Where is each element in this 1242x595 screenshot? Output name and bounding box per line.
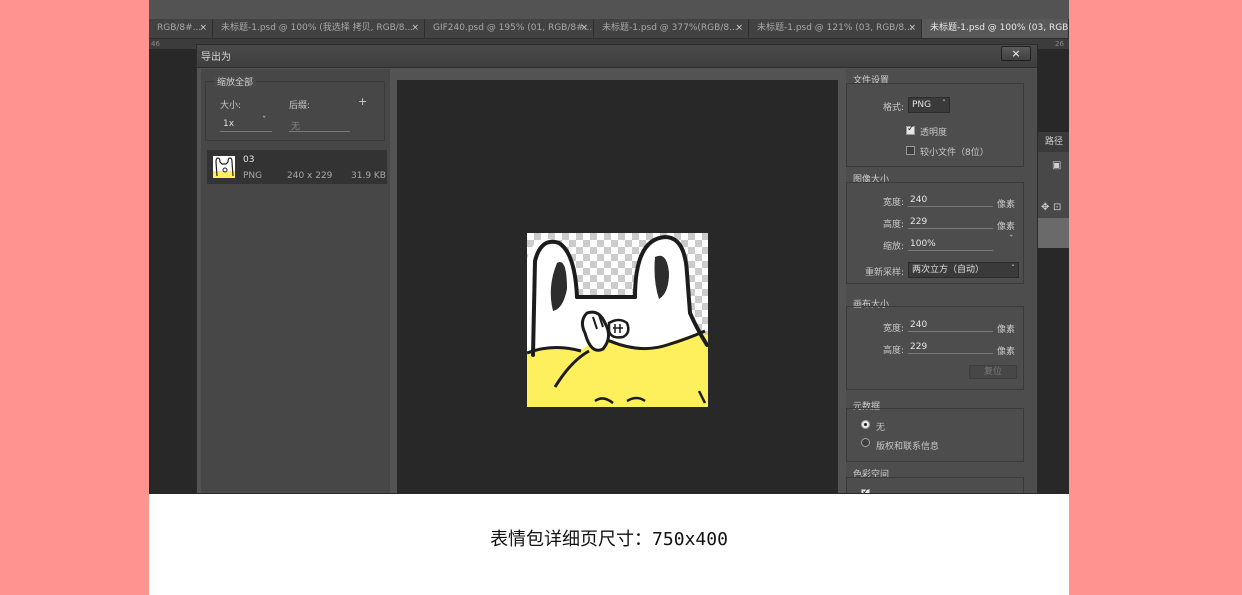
width-label: 宽度: [883,198,905,208]
canvas-width-input[interactable]: 240 [910,320,927,330]
height-unit: 像素 [997,222,1016,232]
smaller-file-checkbox[interactable] [906,146,915,155]
dialog-titlebar: 导出为 × [197,45,1037,68]
close-tab-icon[interactable]: × [411,19,419,38]
metadata-none-radio[interactable] [861,420,870,429]
ruler-number: 26 [1055,40,1064,48]
tab-label: RGB/8#... [157,23,202,33]
size-select[interactable]: 1x [223,119,234,129]
image-icon[interactable]: ▣ [1052,160,1061,171]
width-unit: 像素 [997,325,1016,335]
thumbnail-art [215,157,234,177]
canvas-height-underline [908,353,993,354]
scale-all-group: 缩放全部 大小: 后缀: + 1x ˇ 无 [205,75,385,141]
tab-label: 未标题-1.psd @ 377%(RGB/8... [602,23,738,33]
export-preview [397,80,838,493]
image-width-input[interactable]: 240 [910,195,927,205]
metadata-group [846,408,1024,462]
asset-row[interactable]: 03 PNG 240 x 229 31.9 KB [207,150,387,184]
format-label: 格式: [883,103,905,113]
chevron-down-icon: ˇ [942,99,946,108]
page-caption: 表情包详细页尺寸：750x400 [490,529,728,550]
bunny-illustration [527,234,708,407]
color-space-checkbox[interactable] [861,487,870,493]
suffix-input-underline [289,131,350,132]
selected-path-row[interactable] [1037,218,1069,248]
close-button[interactable]: × [1001,46,1031,61]
image-height-underline [908,228,993,229]
color-space-group [846,477,1024,493]
canvas-width-underline [908,331,993,332]
asset-name: 03 [243,155,255,165]
chevron-down-icon: ˇ [1011,264,1015,273]
reset-button[interactable]: 复位 [969,365,1017,379]
document-tab-bar: RGB/8#... × 未标题-1.psd @ 100% (我选择 拷贝, RG… [149,19,1069,39]
tab-label: 未标题-1.psd @ 100% (我选择 拷贝, RGB/8... [221,23,414,33]
metadata-none-label: 无 [876,423,886,433]
close-tab-icon[interactable]: × [580,19,588,38]
image-width-underline [908,206,993,207]
format-select[interactable]: PNG ˇ [908,97,950,113]
add-scale-button[interactable]: + [358,95,367,108]
suffix-label: 后缀: [289,101,311,111]
image-height-input[interactable]: 229 [910,217,927,227]
asset-dimensions: 240 x 229 [287,171,333,181]
paths-panel: 路径 ▣ ✥ ⊡ [1037,132,1069,248]
transform-icon[interactable]: ⊡ [1053,202,1061,213]
transparency-label: 透明度 [920,128,948,138]
format-value: PNG [912,100,932,110]
chevron-down-icon[interactable]: ˇ [1009,235,1014,245]
resample-select[interactable]: 两次立方（自动） ˇ [908,262,1019,278]
chevron-down-icon[interactable]: ˇ [262,116,267,126]
scale-select[interactable]: 100% [910,239,936,249]
document-tab[interactable]: RGB/8#... × [149,19,213,38]
width-label: 宽度: [883,324,905,334]
height-label: 高度: [883,346,905,356]
settings-panel: 文件设置 格式: PNG ˇ 透明度 较小文件（8位） 图像大小 宽度: 240… [846,69,1037,493]
scale-label: 缩放: [883,242,905,252]
canvas-height-input[interactable]: 229 [910,342,927,352]
size-select-underline [220,131,272,132]
size-label: 大小: [220,101,242,111]
page-card: RGB/8#... × 未标题-1.psd @ 100% (我选择 拷贝, RG… [149,0,1069,595]
transparency-checkbox[interactable] [906,124,915,135]
asset-format: PNG [243,171,263,181]
close-tab-icon[interactable]: × [735,19,743,38]
photoshop-screenshot: RGB/8#... × 未标题-1.psd @ 100% (我选择 拷贝, RG… [149,0,1069,494]
tab-label: 未标题-1.psd @ 121% (03, RGB/8... [757,23,913,33]
close-tab-icon[interactable]: × [908,19,916,38]
smaller-file-label: 较小文件（8位） [920,148,989,158]
document-tab[interactable]: 未标题-1.psd @ 377%(RGB/8... × [594,19,749,38]
document-tab-active[interactable]: 未标题-1.psd @ 100% (03, RGB/8... [922,19,1069,38]
metadata-copyright-radio[interactable] [861,438,870,447]
height-unit: 像素 [997,347,1016,357]
asset-list-panel: 缩放全部 大小: 后缀: + 1x ˇ 无 03 PNG 240 x 229 3… [201,69,390,493]
asset-thumbnail [213,156,235,178]
asset-filesize: 31.9 KB [351,171,386,181]
export-as-dialog: 导出为 × 缩放全部 大小: 后缀: + 1x ˇ 无 03 PNG 240 x… [196,44,1038,494]
document-tab[interactable]: GIF240.psd @ 195% (01, RGB/8#... × [425,19,594,38]
dialog-title: 导出为 [201,52,231,63]
resample-value: 两次立方（自动） [912,265,985,275]
scale-underline [908,250,993,251]
document-tab[interactable]: 未标题-1.psd @ 121% (03, RGB/8... × [749,19,922,38]
ruler-number: 46 [151,40,160,48]
document-tab[interactable]: 未标题-1.psd @ 100% (我选择 拷贝, RGB/8... × [213,19,425,38]
move-icon[interactable]: ✥ [1041,202,1049,213]
tab-paths[interactable]: 路径 [1037,132,1069,152]
close-tab-icon[interactable]: × [199,19,207,38]
height-label: 高度: [883,220,905,230]
tab-label: 未标题-1.psd @ 100% (03, RGB/8... [930,23,1069,33]
scale-all-legend: 缩放全部 [214,75,257,88]
preview-image [527,233,708,407]
width-unit: 像素 [997,200,1016,210]
metadata-copyright-label: 版权和联系信息 [876,442,940,452]
resample-label: 重新采样: [865,268,905,278]
tab-label: GIF240.psd @ 195% (01, RGB/8#... [433,23,593,33]
